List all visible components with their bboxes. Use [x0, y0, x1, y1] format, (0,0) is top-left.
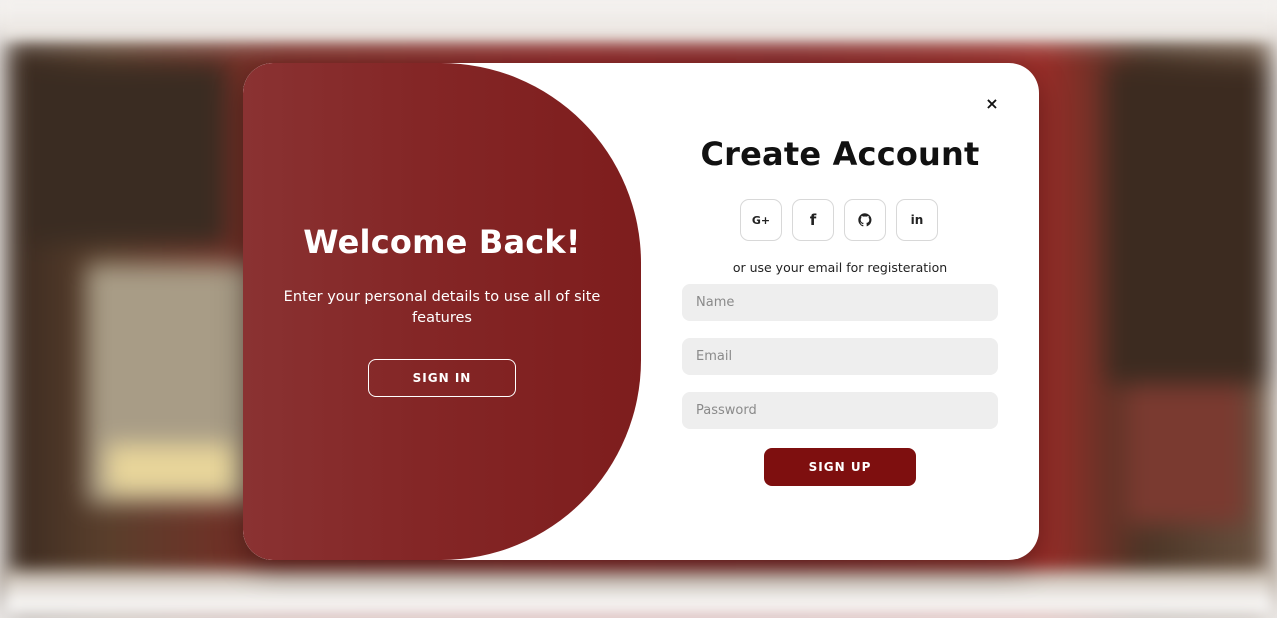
bg-blur-dark-area: [1106, 64, 1271, 384]
email-registration-hint: or use your email for registeration: [732, 260, 948, 275]
create-account-title: Create Account: [700, 135, 980, 173]
password-input[interactable]: [682, 392, 998, 429]
bg-top-band: [0, 0, 1277, 38]
auth-modal: Welcome Back! Enter your personal detail…: [243, 63, 1039, 560]
social-login-buttons: G+ f in: [740, 199, 940, 241]
github-button[interactable]: [844, 199, 886, 241]
sign-in-button[interactable]: SIGN IN: [368, 359, 516, 397]
linkedin-button[interactable]: in: [896, 199, 938, 241]
facebook-icon: f: [809, 211, 817, 229]
welcome-panel: Welcome Back! Enter your personal detail…: [243, 63, 641, 560]
close-button[interactable]: ×: [982, 93, 1002, 113]
facebook-button[interactable]: f: [792, 199, 834, 241]
bg-blur-left-dark: [26, 64, 226, 244]
welcome-title: Welcome Back!: [303, 223, 581, 261]
linkedin-icon: in: [910, 213, 924, 227]
welcome-description: Enter your personal details to use all o…: [283, 289, 601, 326]
bg-bottom-band: [0, 570, 1277, 618]
email-input[interactable]: [682, 338, 998, 375]
name-input[interactable]: [682, 284, 998, 321]
bg-blur-highlight: [106, 444, 236, 494]
bg-blur-mid-area: [1126, 384, 1246, 524]
google-plus-icon: G+: [751, 213, 771, 227]
sign-up-button[interactable]: SIGN UP: [764, 448, 916, 486]
close-icon: ×: [985, 93, 999, 113]
github-icon: [858, 213, 872, 227]
google-plus-button[interactable]: G+: [740, 199, 782, 241]
